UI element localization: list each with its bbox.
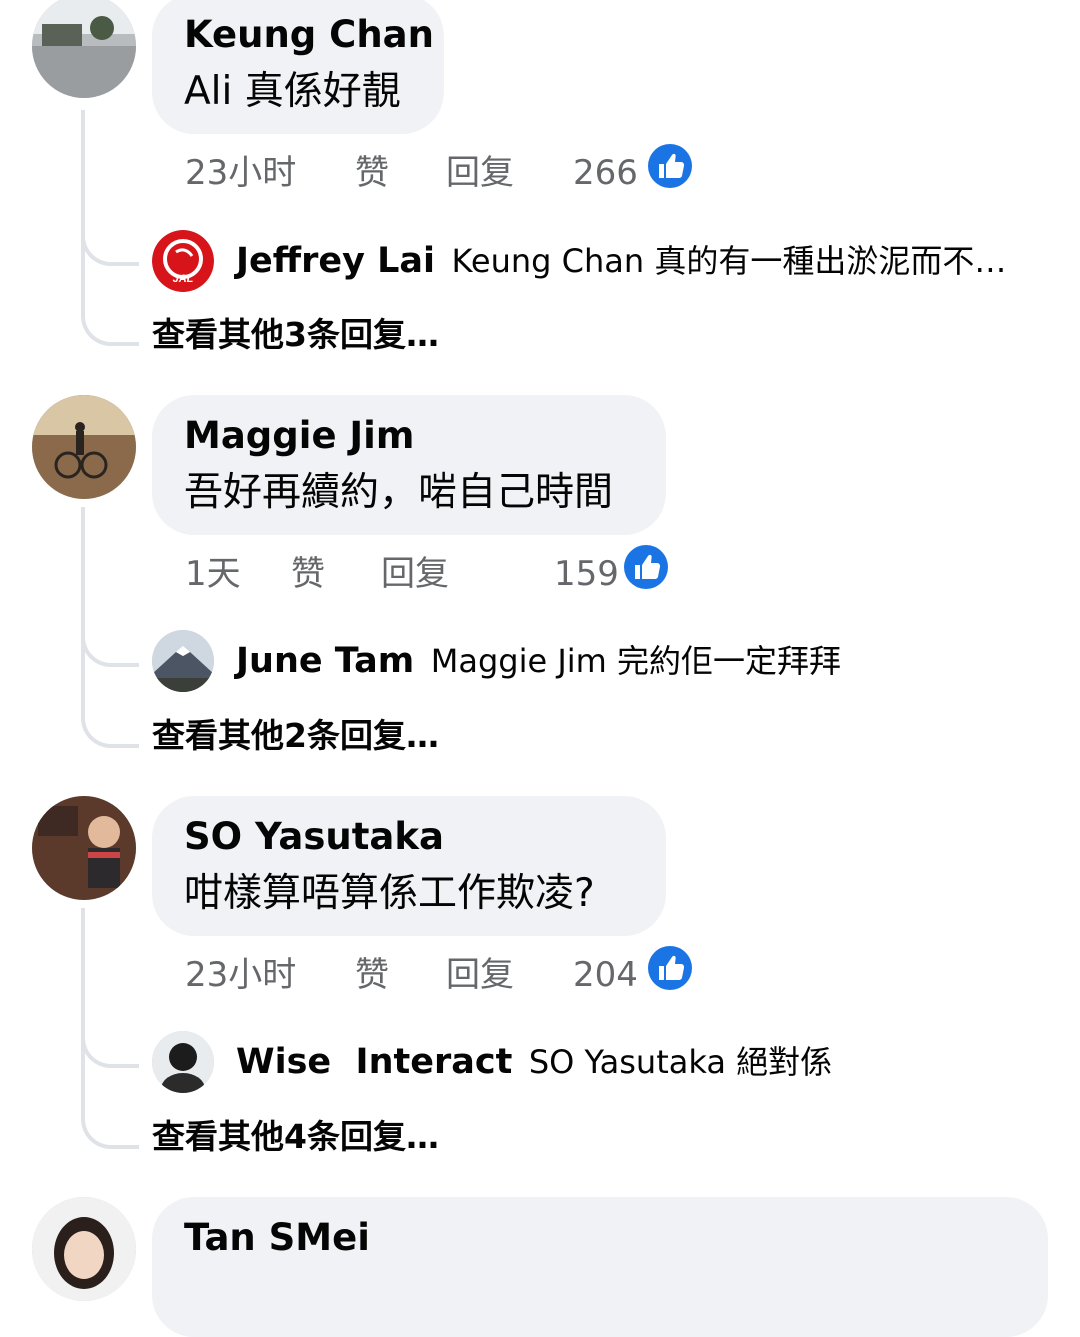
like-reaction-icon	[648, 144, 692, 188]
reply-author[interactable]: June Tam	[236, 641, 414, 681]
comment-meta: 23小时 赞 回复 204	[185, 946, 725, 1000]
comment-author[interactable]: Keung Chan	[184, 12, 434, 58]
reply-author[interactable]: Jeffrey Lai	[236, 241, 435, 281]
mountain-photo-icon	[152, 630, 214, 692]
reply-button[interactable]: 回复	[446, 148, 514, 198]
reply-preview[interactable]: JAL Jeffrey Lai Keung Chan 真的有一種出淤泥而不…	[152, 230, 1052, 292]
view-more-replies[interactable]: 查看其他2条回复…	[152, 713, 439, 759]
avatar-photo-icon	[32, 395, 136, 499]
avatar[interactable]	[32, 395, 136, 499]
like-button[interactable]: 赞	[355, 950, 389, 1000]
reply-text-line: Wise Interact SO Yasutaka 絕對係	[236, 1039, 832, 1085]
comment-bubble: Keung Chan Ali 真係好靚	[152, 0, 444, 134]
comment-author[interactable]: Maggie Jim	[184, 413, 634, 459]
avatar-photo-icon	[32, 0, 136, 98]
comment-meta: 1天 赞 回复 159	[185, 545, 705, 599]
svg-text:JAL: JAL	[173, 273, 194, 285]
reply-avatar[interactable]	[152, 1031, 214, 1093]
reply-preview[interactable]: June Tam Maggie Jim 完約佢一定拜拜	[152, 630, 1052, 692]
reply-button[interactable]: 回复	[381, 549, 449, 599]
like-reaction-icon	[648, 946, 692, 990]
reaction-count[interactable]: 159	[554, 549, 619, 599]
comment-author[interactable]: Tan SMei	[184, 1215, 1016, 1261]
comment-thread: Tan SMei	[0, 1197, 1080, 1337]
comment-text: 吾好再續約，啱自己時間	[184, 470, 614, 515]
reply-avatar[interactable]: JAL	[152, 230, 214, 292]
comment-text: Ali 真係好靚	[184, 69, 401, 114]
avatar-photo-icon	[152, 1031, 214, 1093]
like-button[interactable]: 赞	[291, 549, 325, 599]
avatar[interactable]	[32, 0, 136, 98]
avatar-photo-icon	[32, 1197, 136, 1301]
comment-time[interactable]: 23小时	[185, 950, 296, 1000]
comment-thread: Maggie Jim 吾好再續約，啱自己時間 1天 赞 回复 159 June …	[0, 395, 1080, 765]
reply-snippet: Maggie Jim 完約佢一定拜拜	[430, 642, 842, 680]
comment-bubble: Maggie Jim 吾好再續約，啱自己時間	[152, 395, 666, 535]
comment-thread: Keung Chan Ali 真係好靚 23小时 赞 回复 266 JAL Je…	[0, 0, 1080, 360]
reply-snippet: Keung Chan 真的有一種出淤泥而不…	[451, 242, 1007, 280]
avatar[interactable]	[32, 1197, 136, 1301]
like-button[interactable]: 赞	[355, 148, 389, 198]
avatar-photo-icon	[32, 796, 136, 900]
reply-text-line: Jeffrey Lai Keung Chan 真的有一種出淤泥而不…	[236, 238, 1006, 284]
view-more-replies[interactable]: 查看其他4条回复…	[152, 1114, 439, 1160]
comment-bubble: SO Yasutaka 咁樣算唔算係工作欺凌?	[152, 796, 666, 936]
comment-text: 咁樣算唔算係工作欺凌?	[184, 871, 595, 916]
reply-text-line: June Tam Maggie Jim 完約佢一定拜拜	[236, 638, 841, 684]
avatar[interactable]	[32, 796, 136, 900]
comment-time[interactable]: 1天	[185, 549, 241, 599]
view-more-replies[interactable]: 查看其他3条回复…	[152, 312, 439, 358]
comment-author[interactable]: SO Yasutaka	[184, 814, 634, 860]
reply-preview[interactable]: Wise Interact SO Yasutaka 絕對係	[152, 1031, 1052, 1093]
reaction-count[interactable]: 266	[573, 148, 638, 198]
comment-bubble: Tan SMei	[152, 1197, 1048, 1337]
comment-time[interactable]: 23小时	[185, 148, 296, 198]
reply-author[interactable]: Wise Interact	[236, 1042, 512, 1082]
like-reaction-icon	[624, 545, 668, 589]
reply-button[interactable]: 回复	[446, 950, 514, 1000]
comment-thread: SO Yasutaka 咁樣算唔算係工作欺凌? 23小时 赞 回复 204 Wi…	[0, 796, 1080, 1166]
reply-avatar[interactable]	[152, 630, 214, 692]
reply-snippet: SO Yasutaka 絕對係	[528, 1043, 833, 1081]
comment-meta: 23小时 赞 回复 266	[185, 144, 725, 198]
jal-logo-icon: JAL	[152, 230, 214, 292]
reaction-count[interactable]: 204	[573, 950, 638, 1000]
